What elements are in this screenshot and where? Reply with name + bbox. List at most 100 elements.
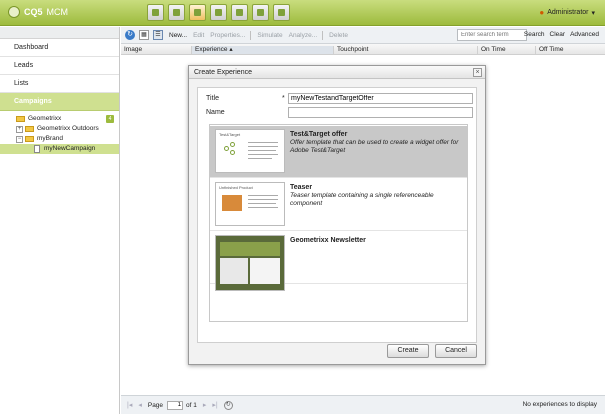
inbox-icon[interactable] — [210, 4, 227, 21]
thumbnail-line — [248, 146, 278, 147]
folder-icon — [25, 136, 34, 142]
toolbar: ↻ ▦ ☰ New... Edit Properties... Simulate… — [121, 27, 605, 44]
search-input[interactable] — [457, 29, 527, 41]
column-header-experience[interactable]: Experience ▴ — [191, 46, 333, 54]
thumbnail-line — [248, 195, 278, 196]
tree-item-label: myNewCampaign — [44, 145, 96, 152]
grid-view-icon[interactable]: ▦ — [139, 30, 149, 40]
advanced-button[interactable]: Advanced — [570, 31, 599, 38]
websites-icon[interactable] — [147, 4, 164, 21]
tree-item-label: myBrand — [37, 135, 64, 142]
tools-icon[interactable] — [252, 4, 269, 21]
column-header-on-time[interactable]: On Time — [477, 46, 535, 54]
tree-item-mybrand[interactable]: − myBrand — [0, 134, 119, 144]
thumbnail-line — [248, 199, 278, 200]
thumbnail-caption: Unfinished Product — [219, 185, 253, 190]
refresh-icon[interactable]: ↻ — [223, 400, 233, 410]
column-header-image[interactable]: Image — [121, 46, 191, 54]
prev-page-icon[interactable]: ◂ — [138, 401, 142, 409]
folder-icon — [25, 126, 34, 132]
create-experience-dialog: Create Experience × Title * Name Test&Ta… — [188, 65, 486, 365]
expand-icon[interactable]: + — [16, 125, 23, 133]
column-header-off-time[interactable]: Off Time — [535, 46, 605, 54]
name-field[interactable] — [288, 107, 473, 118]
sidebar: Dashboard Leads Lists Campaigns Geometri… — [0, 27, 120, 414]
tagging-icon[interactable] — [273, 4, 290, 21]
cancel-button[interactable]: Cancel — [435, 344, 477, 358]
thumbnail-shape — [230, 142, 235, 147]
thumbnail-line — [248, 142, 278, 143]
dialog-body: Title * Name Test&Target Test&Target off… — [197, 87, 477, 343]
thumbnail-caption: Test&Target — [219, 132, 241, 137]
page-icon — [34, 145, 40, 153]
column-header-label: Experience — [195, 46, 228, 53]
search-button[interactable]: Search — [524, 31, 545, 38]
new-button[interactable]: New... — [169, 32, 187, 39]
list-view-icon[interactable]: ☰ — [153, 30, 163, 40]
sidebar-item-dashboard[interactable]: Dashboard — [0, 39, 119, 57]
logo-icon — [8, 6, 20, 18]
template-thumbnail — [215, 235, 285, 291]
template-name: Teaser — [290, 184, 313, 191]
app-logo: CQ5 MCM — [8, 6, 68, 18]
close-icon[interactable]: × — [473, 68, 482, 77]
search-actions: Search Clear Advanced — [524, 31, 599, 38]
folder-icon — [16, 116, 25, 122]
digital-assets-icon[interactable] — [168, 4, 185, 21]
page-count: of 1 — [186, 401, 197, 409]
template-name: Test&Target offer — [290, 131, 348, 138]
template-list: Test&Target Test&Target offer Offer temp… — [209, 124, 468, 322]
logo-text: CQ5 — [24, 7, 43, 17]
sidebar-item-campaigns[interactable]: Campaigns — [0, 93, 119, 111]
delete-button[interactable]: Delete — [329, 32, 348, 39]
collapse-icon[interactable]: − — [16, 135, 23, 143]
toolbar-separator — [250, 30, 252, 40]
thumbnail-shape — [250, 258, 280, 284]
required-icon: * — [282, 95, 285, 102]
sidebar-item-lists[interactable]: Lists — [0, 75, 119, 93]
user-menu[interactable]: ● Administrator ▾ — [539, 8, 595, 17]
thumbnail-shape — [222, 195, 242, 211]
tree-item-geometrixx-outdoors[interactable]: + Geometrixx Outdoors — [0, 124, 119, 134]
column-header-touchpoint[interactable]: Touchpoint — [333, 46, 477, 54]
sidebar-item-leads[interactable]: Leads — [0, 57, 119, 75]
template-item[interactable]: Unfinished Product Teaser Teaser templat… — [210, 179, 467, 231]
edit-button[interactable]: Edit — [193, 32, 204, 39]
name-label: Name — [206, 109, 225, 116]
title-label: Title — [206, 95, 219, 102]
sidebar-header — [0, 27, 119, 39]
simulate-button[interactable]: Simulate — [257, 32, 282, 39]
logo-suffix: MCM — [46, 7, 69, 17]
last-page-icon[interactable]: ▸| — [212, 401, 217, 409]
tree-item-geometrixx[interactable]: Geometrixx 4 — [0, 114, 119, 124]
properties-button[interactable]: Properties... — [210, 32, 245, 39]
thumbnail-shape — [220, 242, 280, 256]
grid-header: Image Experience ▴ Touchpoint On Time Of… — [121, 44, 605, 55]
template-thumbnail: Unfinished Product — [215, 182, 285, 226]
template-name: Geometrixx Newsletter — [290, 237, 366, 244]
first-page-icon[interactable]: |◂ — [127, 401, 132, 409]
create-button[interactable]: Create — [387, 344, 429, 358]
template-thumbnail: Test&Target — [215, 129, 285, 173]
campaigns-icon[interactable] — [189, 4, 206, 21]
tree-item-mynewcampaign[interactable]: myNewCampaign — [0, 144, 119, 154]
clear-button[interactable]: Clear — [550, 31, 566, 38]
status-text: No experiences to display — [522, 401, 597, 408]
thumbnail-line — [248, 154, 278, 155]
thumbnail-shape — [220, 258, 248, 284]
user-icon: ● — [539, 8, 545, 17]
users-icon[interactable] — [231, 4, 248, 21]
next-page-icon[interactable]: ▸ — [203, 401, 207, 409]
page-input[interactable] — [167, 400, 184, 410]
top-bar: CQ5 MCM ● Administrator ▾ — [0, 0, 605, 26]
template-description: Offer template that can be used to creat… — [290, 139, 459, 154]
thumbnail-line — [248, 158, 272, 159]
analyze-button[interactable]: Analyze... — [289, 32, 318, 39]
thumbnail-line — [248, 203, 276, 204]
title-field[interactable] — [288, 93, 473, 104]
template-item[interactable]: Geometrixx Newsletter — [210, 232, 467, 291]
dialog-title: Create Experience — [189, 66, 485, 79]
tree-item-label: Geometrixx Outdoors — [37, 125, 99, 132]
template-item[interactable]: Test&Target Test&Target offer Offer temp… — [210, 126, 467, 178]
refresh-icon[interactable]: ↻ — [125, 30, 135, 40]
